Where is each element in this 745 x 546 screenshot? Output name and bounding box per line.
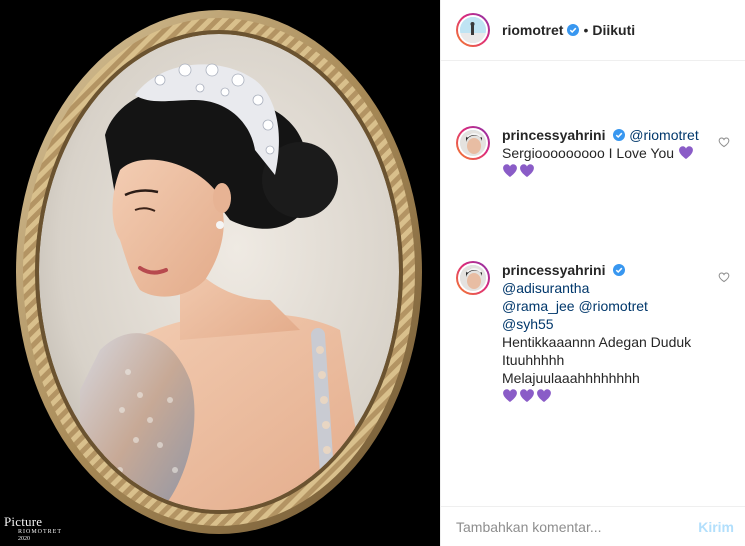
purple-heart-icon — [679, 146, 693, 159]
comment-text: Sergiooooooooo I Love You — [502, 145, 675, 161]
comment-mention[interactable]: @riomotret — [629, 127, 698, 143]
watermark-name: Picture — [4, 514, 43, 529]
watermark-year: 2020 — [18, 536, 30, 542]
purple-heart-icon — [520, 164, 534, 177]
post-header: riomotret • Diikuti — [441, 0, 745, 61]
commenter-avatar[interactable] — [456, 126, 490, 160]
comment-body: princessyahrini @adisurantha @rama_jee @… — [502, 261, 702, 405]
comment-username[interactable]: princessyahrini — [502, 262, 606, 278]
comment-mention[interactable]: @riomotret — [578, 298, 647, 314]
post-side-panel: riomotret • Diikuti princessyahrini @rio… — [440, 0, 745, 546]
like-heart-icon[interactable] — [718, 136, 730, 148]
post-comment-button[interactable]: Kirim — [698, 519, 734, 535]
purple-heart-icon — [537, 389, 551, 402]
comment-username[interactable]: princessyahrini — [502, 127, 606, 143]
author-username[interactable]: riomotret — [502, 22, 563, 38]
comments-list[interactable]: princessyahrini @riomotret Sergioooooooo… — [441, 61, 745, 506]
comment-mention[interactable]: @rama_jee — [502, 298, 575, 314]
comment-mention[interactable]: @syh55 — [502, 316, 554, 332]
purple-heart-icon — [520, 389, 534, 402]
portrait-image — [0, 0, 440, 546]
watermark-sub: RIOMOTRET — [18, 529, 62, 535]
purple-heart-icon — [503, 389, 517, 402]
post-photo[interactable]: Picture RIOMOTRET 2020 — [0, 0, 440, 546]
following-button[interactable]: Diikuti — [592, 22, 635, 38]
like-heart-icon[interactable] — [718, 271, 730, 283]
comment-item: princessyahrini @adisurantha @rama_jee @… — [456, 261, 736, 405]
separator-dot: • — [583, 22, 589, 38]
author-avatar[interactable] — [456, 13, 490, 47]
add-comment-bar: Kirim — [441, 506, 745, 546]
comment-item: princessyahrini @riomotret Sergioooooooo… — [456, 126, 736, 180]
purple-heart-icon — [503, 164, 517, 177]
verified-badge-icon — [613, 264, 626, 276]
photographer-watermark: Picture RIOMOTRET 2020 — [4, 515, 62, 542]
verified-badge-icon — [567, 24, 580, 36]
verified-badge-icon — [613, 129, 626, 141]
comment-mention[interactable]: @adisurantha — [502, 280, 589, 296]
comment-body: princessyahrini @riomotret Sergioooooooo… — [502, 126, 702, 180]
comment-text: Hentikkaaannn Adegan Duduk Ituuhhhhh Mel… — [502, 334, 692, 386]
comment-input[interactable] — [456, 518, 699, 535]
commenter-avatar[interactable] — [456, 261, 490, 295]
